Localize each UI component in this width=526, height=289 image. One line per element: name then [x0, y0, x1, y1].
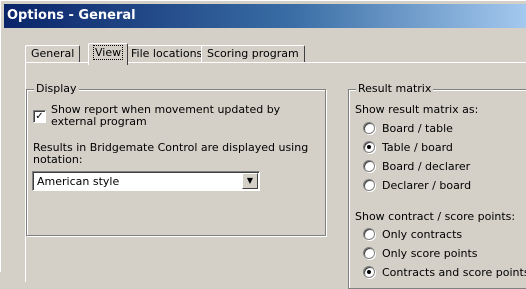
tab-scoring-program-label: Scoring program: [207, 47, 299, 60]
radio-only-score-points-label: Only score points: [382, 247, 478, 260]
show-report-label-line2: external program: [51, 115, 147, 128]
checkmark-icon: ✓: [35, 111, 44, 122]
radio-declarer-board-label: Declarer / board: [382, 179, 472, 192]
radio-button-icon: [363, 247, 375, 259]
tab-view[interactable]: View: [88, 43, 129, 65]
window-title: Options - General: [7, 8, 136, 23]
tab-general[interactable]: General: [25, 45, 81, 63]
contract-score-label-text: Show contract / score points:: [355, 210, 516, 223]
tab-general-label: General: [31, 47, 75, 60]
tab-view-label: View: [92, 45, 124, 60]
show-result-matrix-label-text: Show result matrix as:: [355, 103, 479, 116]
result-matrix-group: Result matrix Show result matrix as: Boa…: [348, 82, 526, 289]
contract-score-label: Show contract / score points:: [355, 210, 515, 223]
radio-contracts-and-score-points-label: Contracts and score points: [382, 266, 526, 279]
tab-scoring-program[interactable]: Scoring program: [201, 45, 305, 63]
notation-label-line2: notation:: [33, 153, 83, 166]
notation-select-value: American style: [37, 175, 120, 188]
radio-button-selected-icon: [363, 266, 375, 278]
tab-file-locations-label: File locations: [131, 47, 203, 60]
radio-button-selected-icon: [363, 141, 375, 153]
notation-label-line2-wrap: notation:: [33, 153, 83, 166]
display-group: Display ✓ Show report when movement upda…: [26, 82, 326, 236]
show-report-checkbox[interactable]: ✓: [33, 110, 46, 123]
notation-select[interactable]: American style ▼: [32, 171, 260, 191]
show-report-label-line2-wrap: external program: [51, 115, 147, 128]
radio-only-contracts-label: Only contracts: [382, 228, 463, 241]
radio-button-icon: [363, 122, 375, 134]
display-group-title: Display: [34, 82, 79, 96]
radio-board-table-label: Board / table: [382, 122, 453, 135]
show-result-matrix-label: Show result matrix as:: [355, 103, 478, 116]
title-bar: Options - General: [4, 4, 526, 28]
radio-button-icon: [363, 160, 375, 172]
radio-button-icon: [363, 179, 375, 191]
radio-button-icon: [363, 228, 375, 240]
dropdown-arrow-button[interactable]: ▼: [242, 173, 258, 189]
result-matrix-group-title: Result matrix: [356, 82, 434, 96]
view-tab-panel: Display ✓ Show report when movement upda…: [25, 62, 526, 289]
radio-board-declarer-label: Board / declarer: [382, 160, 471, 173]
options-window: Options - General General View File loca…: [0, 0, 526, 289]
tab-file-locations[interactable]: File locations: [125, 45, 209, 63]
radio-table-board-label: Table / board: [382, 141, 453, 154]
chevron-down-icon: ▼: [246, 176, 254, 185]
